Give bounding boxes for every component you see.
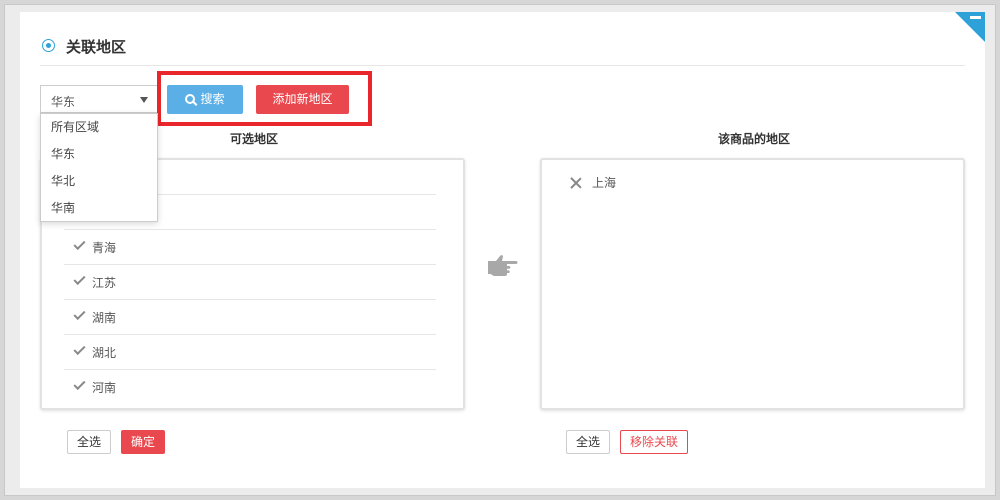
list-item[interactable]: 湖南 (64, 300, 436, 335)
check-icon (73, 237, 86, 251)
pointing-hand-icon (488, 255, 518, 276)
dropdown-option-north[interactable]: 华北 (41, 168, 157, 195)
available-heading: 可选地区 (230, 132, 279, 146)
list-item[interactable]: 青海 (64, 230, 436, 265)
select-all-button[interactable]: 全选 (67, 430, 111, 454)
region-select[interactable]: 华东 (40, 85, 158, 113)
dropdown-option-east[interactable]: 华东 (41, 141, 157, 168)
search-icon (185, 94, 196, 104)
minimize-icon[interactable] (970, 16, 981, 19)
check-icon (73, 377, 86, 391)
region-dropdown: 所有区域 华东 华北 华南 (40, 113, 158, 222)
radio-icon (42, 39, 55, 52)
list-item[interactable]: 河南 (64, 370, 436, 405)
list-item-label: 青海 (92, 241, 117, 255)
search-button[interactable]: 搜索 (167, 85, 243, 114)
list-item[interactable]: 江苏 (64, 265, 436, 300)
region-panel: 关联地区 华东 所有区域 华东 华北 华南 搜索 添加新地区 可选地区 该商品的… (20, 12, 985, 488)
add-region-button[interactable]: 添加新地区 (256, 85, 349, 114)
check-icon (73, 342, 86, 356)
check-icon (73, 307, 86, 321)
select-all-assigned-button[interactable]: 全选 (566, 430, 610, 454)
close-icon[interactable] (570, 177, 582, 189)
region-select-value: 华东 (51, 95, 76, 109)
page-title: 关联地区 (66, 38, 127, 56)
assigned-list: 上海 (540, 158, 965, 410)
list-item[interactable]: 湖北 (64, 335, 436, 370)
list-item-label: 河南 (92, 381, 117, 395)
assigned-heading: 该商品的地区 (718, 132, 791, 146)
chevron-down-icon (140, 97, 148, 103)
list-item-label: 湖南 (92, 311, 117, 325)
panel-header: 关联地区 (40, 36, 965, 66)
remove-association-button[interactable]: 移除关联 (620, 430, 688, 454)
list-item-label: 上海 (592, 176, 617, 190)
search-button-label: 搜索 (200, 92, 225, 106)
dropdown-option-all[interactable]: 所有区域 (41, 114, 157, 141)
confirm-button[interactable]: 确定 (121, 430, 165, 454)
list-item-label: 湖北 (92, 346, 117, 360)
dropdown-option-south[interactable]: 华南 (41, 195, 157, 222)
check-icon (73, 272, 86, 286)
list-item-label: 江苏 (92, 276, 117, 290)
